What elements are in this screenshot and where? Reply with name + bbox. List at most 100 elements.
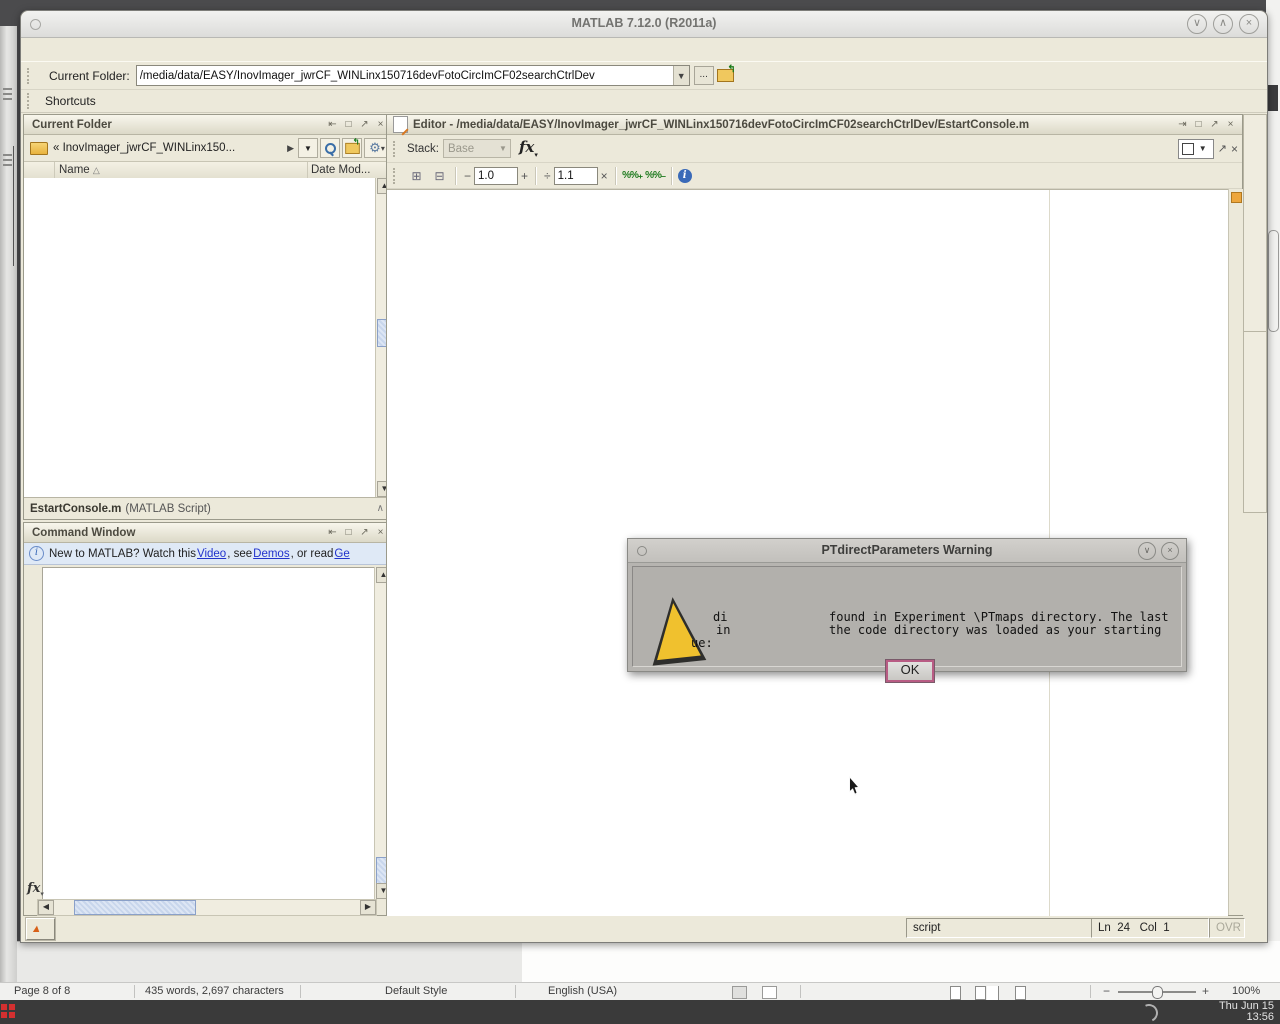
selection-mode-icon[interactable]: [732, 986, 747, 999]
divide-value-button[interactable]: ÷: [544, 169, 551, 183]
function-hints-icon[interactable]: fx: [519, 138, 538, 159]
background-left-strip: [0, 26, 17, 1000]
zoom-in-icon[interactable]: +: [1202, 984, 1209, 998]
dock-icon[interactable]: ⇥: [1177, 119, 1188, 130]
overwrite-status[interactable]: OVR: [1209, 918, 1245, 938]
message-indicator-icon[interactable]: [1231, 192, 1242, 203]
console-output[interactable]: [42, 567, 376, 901]
cell-info-icon[interactable]: i: [678, 169, 692, 183]
zoom-slider-thumb[interactable]: [1152, 986, 1163, 999]
writer-page: [522, 941, 1280, 982]
dialog-minimize-icon[interactable]: ∨: [1138, 542, 1156, 560]
tab-command-history[interactable]: [1243, 114, 1267, 342]
insert-cell-icon[interactable]: ⊞: [406, 166, 427, 186]
next-cell-icon[interactable]: ⊟: [429, 166, 450, 186]
scrollbar-thumb[interactable]: [1268, 230, 1279, 332]
scrollbar-thumb[interactable]: [74, 900, 196, 915]
up-folder-icon[interactable]: [715, 66, 736, 86]
address-path[interactable]: « InovImager_jwrCF_WINLinx150...: [53, 142, 287, 154]
video-link[interactable]: Video: [197, 548, 226, 560]
tab-workspace[interactable]: [1243, 331, 1267, 513]
close-panel-icon[interactable]: ×: [375, 119, 386, 130]
value-step-input[interactable]: 1.0: [474, 167, 518, 185]
editor-header[interactable]: Editor - /media/data/EASY/InovImager_jwr…: [387, 115, 1242, 135]
toolbar-grip[interactable]: [393, 168, 401, 184]
toolbar-grip[interactable]: [27, 93, 35, 109]
gear-icon: ⚙: [367, 138, 388, 158]
divider: [300, 985, 301, 998]
clock[interactable]: Thu Jun 15 13:56: [1164, 1001, 1274, 1023]
window-layout-combo[interactable]: ▼: [1178, 139, 1214, 159]
maximize-panel-icon[interactable]: □: [343, 527, 354, 538]
current-folder-input[interactable]: [137, 70, 673, 82]
banner-text: , see: [227, 548, 252, 560]
up-folder-button[interactable]: [342, 138, 362, 158]
getting-started-link[interactable]: Ge: [334, 548, 349, 560]
detail-file-kind: (MATLAB Script): [125, 503, 210, 515]
annotation-bar[interactable]: [1228, 189, 1243, 915]
close-panel-icon[interactable]: ×: [375, 527, 386, 538]
multi-page-view-icon[interactable]: [975, 986, 986, 1000]
decrease-value-button[interactable]: −: [464, 169, 471, 183]
dock-icon[interactable]: ⇤: [327, 527, 338, 538]
uncomment-icon[interactable]: %%₋: [645, 166, 666, 186]
undock-icon[interactable]: ↗: [1218, 142, 1227, 155]
background-scrollbar[interactable]: [1266, 0, 1280, 1000]
book-view-icon[interactable]: [1015, 986, 1026, 1000]
zoom-out-icon[interactable]: −: [1103, 984, 1110, 998]
maximize-panel-icon[interactable]: □: [343, 119, 354, 130]
undock-icon[interactable]: ↗: [359, 527, 370, 538]
writer-zoom-level[interactable]: 100%: [1232, 985, 1260, 997]
app-menu-icon[interactable]: [0, 1003, 17, 1020]
ruler-mark: [3, 88, 12, 90]
notification-icon[interactable]: [1137, 1001, 1160, 1024]
undock-icon[interactable]: ↗: [1209, 119, 1220, 130]
minimize-icon[interactable]: ∨: [1187, 14, 1207, 34]
command-window-header[interactable]: Command Window ⇤ □ ↗ ×: [24, 523, 392, 543]
dialog-titlebar[interactable]: PTdirectParameters Warning ∨ ×: [628, 539, 1186, 563]
taskbar: Thu Jun 15 13:56: [0, 1000, 1280, 1024]
close-icon[interactable]: ×: [1239, 14, 1259, 34]
browse-folder-button[interactable]: ...: [694, 66, 714, 85]
close-icon[interactable]: ×: [1231, 142, 1238, 156]
toolbar-grip[interactable]: [393, 141, 401, 157]
single-page-view-icon[interactable]: [950, 986, 961, 1000]
chevron-down-icon[interactable]: ▼: [673, 66, 689, 85]
chevron-right-icon[interactable]: ▶: [287, 143, 294, 154]
function-browser-icon[interactable]: fx: [27, 881, 44, 898]
maximize-icon[interactable]: ∧: [1213, 14, 1233, 34]
stack-label: Stack:: [407, 143, 439, 155]
current-folder-header[interactable]: Current Folder ⇤ □ ↗ ×: [24, 115, 392, 135]
demos-link[interactable]: Demos: [253, 548, 289, 560]
close-panel-icon[interactable]: ×: [1225, 119, 1236, 130]
ruler-mark: [3, 154, 12, 156]
scroll-left-icon[interactable]: ◀: [38, 900, 54, 915]
search-button[interactable]: [320, 138, 340, 158]
console-hscrollbar[interactable]: ◀ ▶: [37, 899, 377, 916]
writer-page-style[interactable]: Default Style: [385, 985, 447, 997]
undock-icon[interactable]: ↗: [359, 119, 370, 130]
start-button[interactable]: ▲: [26, 918, 55, 940]
ok-button[interactable]: OK: [885, 659, 935, 683]
writer-page-count[interactable]: Page 8 of 8: [14, 985, 70, 997]
comment-icon[interactable]: %%₊: [622, 166, 643, 186]
increase-value-button[interactable]: +: [521, 169, 528, 183]
dialog-close-icon[interactable]: ×: [1161, 542, 1179, 560]
shortcuts-bar: Shortcuts: [21, 89, 1267, 113]
current-folder-combo[interactable]: ▼: [136, 65, 690, 86]
multiply-step-input[interactable]: 1.1: [554, 167, 598, 185]
stack-combo[interactable]: Base▼: [443, 139, 511, 158]
toolbar-grip[interactable]: [27, 68, 35, 84]
writer-language[interactable]: English (USA): [548, 985, 617, 997]
message-fragment: in: [716, 623, 730, 637]
document-modified-icon[interactable]: [762, 986, 777, 999]
dock-icon[interactable]: ⇤: [327, 119, 338, 130]
scroll-right-icon[interactable]: ▶: [360, 900, 376, 915]
address-dropdown[interactable]: ▼: [298, 138, 318, 158]
matlab-titlebar[interactable]: MATLAB 7.12.0 (R2011a) ∨ ∧ ×: [21, 11, 1267, 38]
collapse-icon[interactable]: ∧: [377, 503, 384, 514]
writer-word-count[interactable]: 435 words, 2,697 characters: [145, 985, 284, 997]
file-type-status: script: [906, 918, 1093, 938]
maximize-panel-icon[interactable]: □: [1193, 119, 1204, 130]
multiply-value-button[interactable]: ×: [601, 169, 608, 183]
